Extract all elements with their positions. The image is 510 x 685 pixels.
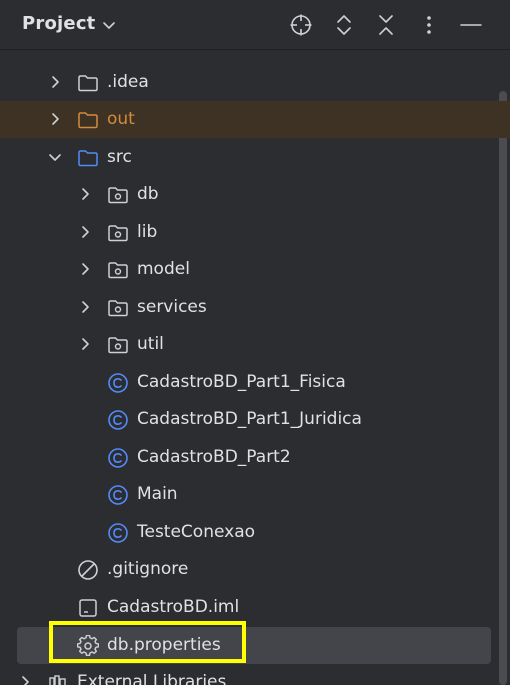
project-tool-window: Project .idea out src db lib model servi…	[0, 0, 510, 685]
tree-item-class[interactable]: CadastroBD_Part1_Fisica	[0, 364, 510, 401]
tree-item-class[interactable]: TesteConexao	[0, 514, 510, 551]
tree-item-label: CadastroBD_Part2	[137, 447, 291, 467]
tree-item-external-libraries[interactable]: External Libraries	[0, 664, 510, 685]
tree-item-gitignore[interactable]: .gitignore	[0, 551, 510, 588]
chevron-right-icon[interactable]	[77, 336, 93, 352]
expand-all-button[interactable]	[330, 11, 358, 39]
more-options-button[interactable]	[415, 11, 443, 39]
chevron-right-icon[interactable]	[77, 224, 93, 240]
tree-item-label: out	[107, 109, 135, 129]
tree-item-idea[interactable]: .idea	[0, 64, 510, 101]
package-icon	[108, 300, 128, 317]
collapse-all-icon	[379, 15, 393, 35]
tree-item-label: External Libraries	[77, 672, 227, 685]
tree-item-class[interactable]: CadastroBD_Part1_Juridica	[0, 401, 510, 438]
tree-item-label: CadastroBD_Part1_Fisica	[137, 372, 346, 392]
chevron-down-icon[interactable]	[101, 17, 117, 33]
tree-item-label: .gitignore	[107, 559, 189, 579]
tree-item-label: db.properties	[107, 635, 221, 655]
tree-item-label: model	[137, 259, 190, 279]
package-icon	[108, 225, 128, 242]
tree-item-model[interactable]: model	[0, 251, 510, 288]
chevron-down-icon[interactable]	[47, 149, 63, 165]
tree-item-label: services	[137, 297, 207, 317]
tree-item-out[interactable]: out	[0, 101, 510, 138]
tree-item-label: TesteConexao	[137, 522, 256, 542]
tree-item-label: CadastroBD_Part1_Juridica	[137, 409, 362, 429]
collapse-all-button[interactable]	[372, 11, 400, 39]
tree-item-src[interactable]: src	[0, 139, 510, 176]
tree-item-label: util	[137, 334, 164, 354]
tree-item-label: Main	[137, 484, 178, 504]
folder-icon	[78, 75, 98, 92]
minimize-icon	[460, 24, 482, 26]
expand-all-icon	[337, 15, 351, 35]
chevron-right-icon[interactable]	[47, 111, 63, 127]
module-file-icon	[79, 599, 97, 617]
tree-item-services[interactable]: services	[0, 289, 510, 326]
chevron-right-icon[interactable]	[77, 186, 93, 202]
tree-item-label: db	[137, 184, 159, 204]
tree-item-label: lib	[137, 222, 158, 242]
tree-item-class[interactable]: Main	[0, 476, 510, 513]
java-class-icon	[108, 373, 128, 393]
libraries-icon	[49, 675, 66, 685]
package-icon	[108, 262, 128, 279]
gear-icon	[77, 635, 99, 657]
tree-item-db[interactable]: db	[0, 176, 510, 213]
source-folder-icon	[78, 150, 98, 167]
tree-item-label: .idea	[107, 72, 149, 92]
chevron-right-icon[interactable]	[77, 261, 93, 277]
tree-item-util[interactable]: util	[0, 326, 510, 363]
chevron-right-icon[interactable]	[77, 299, 93, 315]
ignore-file-icon	[78, 560, 98, 580]
minimize-button[interactable]	[457, 11, 485, 39]
more-options-icon	[427, 16, 431, 34]
tree-item-label: src	[107, 147, 132, 167]
tool-window-title[interactable]: Project	[22, 13, 96, 34]
java-class-icon	[108, 448, 128, 468]
tree-item-label: CadastroBD.iml	[107, 597, 240, 617]
chevron-right-icon[interactable]	[17, 674, 33, 685]
tree-item-db-properties[interactable]: db.properties	[17, 627, 491, 664]
locate-icon	[290, 14, 312, 36]
java-class-icon	[108, 523, 128, 543]
tree-item-lib[interactable]: lib	[0, 214, 510, 251]
tree-item-iml[interactable]: CadastroBD.iml	[0, 589, 510, 626]
java-class-icon	[108, 410, 128, 430]
locate-button[interactable]	[287, 11, 315, 39]
chevron-right-icon[interactable]	[47, 74, 63, 90]
tool-window-header: Project	[0, 0, 510, 50]
folder-excluded-icon	[78, 112, 98, 129]
java-class-icon	[108, 485, 128, 505]
package-icon	[108, 337, 128, 354]
package-icon	[108, 187, 128, 204]
tree-item-class[interactable]: CadastroBD_Part2	[0, 439, 510, 476]
